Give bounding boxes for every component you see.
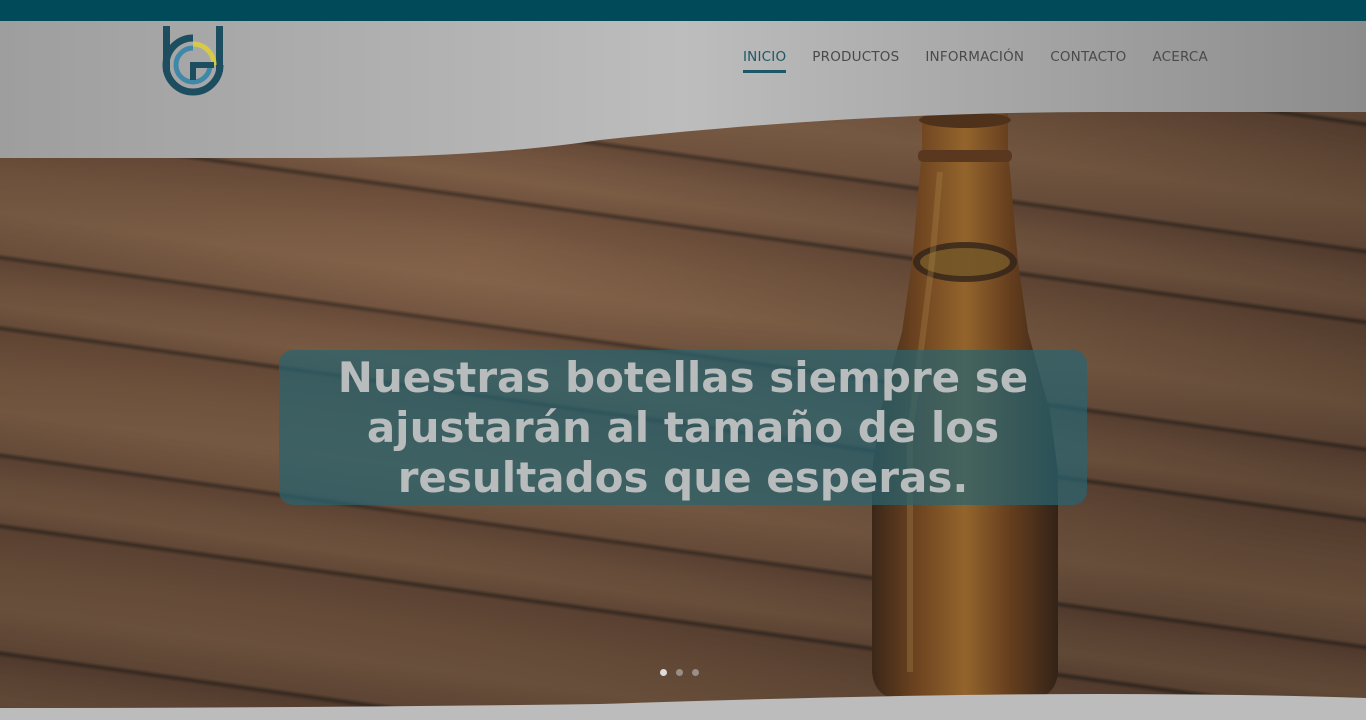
main-nav: INICIO PRODUCTOS INFORMACIÓN CONTACTO AC…: [742, 49, 1208, 73]
page: Nuestras botellas siempre se ajustarán a…: [0, 0, 1366, 720]
slider-dot-3[interactable]: [692, 669, 699, 676]
hero-caption-box: Nuestras botellas siempre se ajustarán a…: [279, 350, 1087, 505]
top-bar: [0, 0, 1366, 21]
nav-item-acerca[interactable]: ACERCA: [1152, 49, 1208, 70]
nav-item-informacion[interactable]: INFORMACIÓN: [925, 49, 1024, 70]
slider-dot-1[interactable]: [660, 669, 667, 676]
slider-dot-2[interactable]: [676, 669, 683, 676]
nav-item-productos[interactable]: PRODUCTOS: [812, 49, 899, 70]
nav-item-contacto[interactable]: CONTACTO: [1050, 49, 1126, 70]
bottom-wave-shape: [0, 694, 1366, 720]
nav-item-inicio[interactable]: INICIO: [742, 49, 787, 73]
slider-dots: [660, 669, 699, 676]
hero-caption: Nuestras botellas siempre se ajustarán a…: [337, 352, 1029, 502]
site-header: INICIO PRODUCTOS INFORMACIÓN CONTACTO AC…: [0, 21, 1366, 111]
company-logo-icon[interactable]: [160, 24, 226, 98]
